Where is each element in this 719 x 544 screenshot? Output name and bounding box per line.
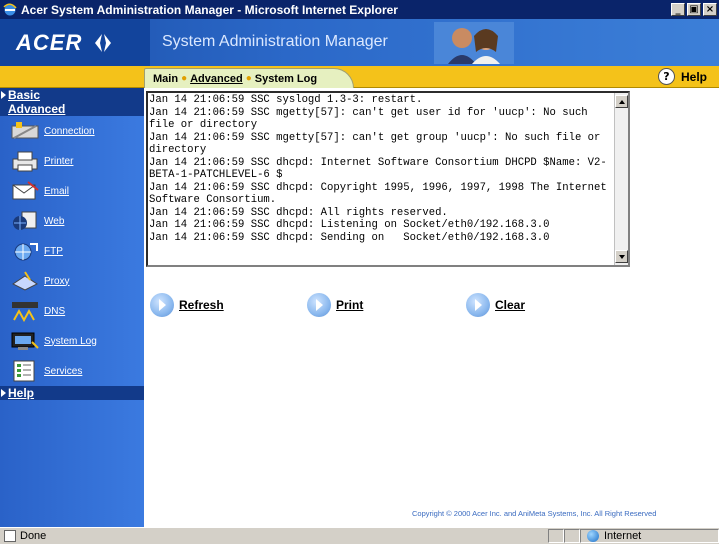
sidebar-section-basic[interactable]: Basic bbox=[0, 88, 144, 102]
services-icon bbox=[10, 359, 40, 383]
page-done-icon bbox=[4, 530, 16, 542]
sidebar-item-email[interactable]: Email bbox=[0, 176, 144, 206]
app-title: System Administration Manager bbox=[162, 33, 388, 50]
play-arrow-icon bbox=[307, 293, 331, 317]
logo-text: ACER bbox=[16, 29, 83, 55]
zone-text: Internet bbox=[603, 530, 642, 542]
breadcrumb-main[interactable]: Main bbox=[153, 73, 178, 85]
clear-button[interactable]: Clear bbox=[466, 293, 525, 317]
acer-mark-icon bbox=[95, 33, 112, 52]
print-button[interactable]: Print bbox=[307, 293, 363, 317]
security-zone: Internet bbox=[579, 529, 719, 543]
status-segment bbox=[564, 529, 580, 543]
sidebar-item-label: Printer bbox=[44, 155, 74, 167]
acer-logo: ACER bbox=[0, 19, 150, 66]
people-photo bbox=[434, 22, 514, 64]
sidebar-item-label: FTP bbox=[44, 245, 63, 257]
status-bar: Done Internet bbox=[0, 527, 719, 544]
sidebar-section-label: Basic bbox=[8, 88, 41, 102]
triangle-icon bbox=[1, 91, 6, 99]
status-text: Done bbox=[20, 530, 47, 542]
window-title: Acer System Administration Manager - Mic… bbox=[21, 2, 398, 17]
dns-icon bbox=[10, 299, 40, 323]
sidebar-section-advanced[interactable]: Advanced bbox=[0, 102, 144, 116]
status-segment bbox=[548, 529, 565, 543]
arrow-up-icon bbox=[619, 100, 625, 104]
sidebar-item-label: Proxy bbox=[44, 275, 70, 287]
sidebar-section-label: Help bbox=[8, 386, 35, 400]
close-button[interactable]: × bbox=[703, 3, 717, 16]
log-text[interactable]: Jan 14 21:06:59 SSC syslogd 1.3-3: resta… bbox=[149, 94, 615, 244]
connection-icon bbox=[10, 119, 40, 143]
refresh-label[interactable]: Refresh bbox=[179, 298, 224, 312]
help-label[interactable]: Help bbox=[681, 70, 707, 84]
ftp-icon bbox=[10, 239, 40, 263]
breadcrumb: Main ● Advanced ● System Log bbox=[144, 68, 354, 88]
sidebar-item-proxy[interactable]: Proxy bbox=[0, 266, 144, 296]
sidebar-item-label: Web bbox=[44, 215, 65, 227]
main-content: Jan 14 21:06:59 SSC syslogd 1.3-3: resta… bbox=[144, 88, 719, 527]
sidebar-item-ftp[interactable]: FTP bbox=[0, 236, 144, 266]
sidebar-item-web[interactable]: Web bbox=[0, 206, 144, 236]
print-label[interactable]: Print bbox=[336, 298, 363, 312]
sidebar-item-printer[interactable]: Printer bbox=[0, 146, 144, 176]
tab-strip: Main ● Advanced ● System Log ? Help bbox=[0, 66, 719, 88]
ie-icon bbox=[3, 3, 17, 15]
breadcrumb-advanced[interactable]: Advanced bbox=[190, 73, 243, 85]
help-link[interactable]: ? Help bbox=[657, 68, 707, 85]
sidebar-item-label: Email bbox=[44, 185, 70, 197]
action-row: Refresh Print Clear bbox=[150, 293, 710, 317]
sidebar: Basic Advanced Connection Printer Email bbox=[0, 88, 144, 527]
browser-window: Acer System Administration Manager - Mic… bbox=[0, 0, 719, 544]
sidebar-item-label: Connection bbox=[44, 125, 95, 137]
printer-icon bbox=[10, 149, 40, 173]
refresh-button[interactable]: Refresh bbox=[150, 293, 224, 317]
globe-icon bbox=[586, 530, 599, 542]
help-icon[interactable]: ? bbox=[657, 68, 675, 85]
sidebar-item-connection[interactable]: Connection bbox=[0, 116, 144, 146]
sidebar-item-services[interactable]: Services bbox=[0, 356, 144, 386]
copyright-text: Copyright © 2000 Acer Inc. and AniMeta S… bbox=[412, 509, 657, 518]
system-log-icon bbox=[10, 329, 40, 353]
maximize-button[interactable]: ▣ bbox=[687, 3, 701, 16]
breadcrumb-separator-icon: ● bbox=[245, 73, 252, 84]
system-log-textarea[interactable]: Jan 14 21:06:59 SSC syslogd 1.3-3: resta… bbox=[146, 91, 630, 267]
email-icon bbox=[10, 179, 40, 203]
sidebar-item-label: DNS bbox=[44, 305, 66, 317]
arrow-down-icon bbox=[619, 255, 625, 259]
scroll-up-button[interactable] bbox=[615, 95, 628, 108]
page-header: ACER System Administration Manager bbox=[0, 19, 719, 66]
proxy-icon bbox=[10, 269, 40, 293]
log-scrollbar[interactable] bbox=[614, 93, 628, 265]
clear-label[interactable]: Clear bbox=[495, 298, 525, 312]
sidebar-section-label: Advanced bbox=[8, 102, 66, 116]
web-icon bbox=[10, 209, 40, 233]
play-arrow-icon bbox=[466, 293, 490, 317]
status-left: Done bbox=[0, 530, 548, 542]
sidebar-section-help[interactable]: Help bbox=[0, 386, 144, 400]
breadcrumb-separator-icon: ● bbox=[181, 73, 188, 84]
triangle-icon bbox=[1, 389, 6, 397]
scroll-down-button[interactable] bbox=[615, 250, 628, 263]
title-bar[interactable]: Acer System Administration Manager - Mic… bbox=[0, 0, 719, 19]
sidebar-item-system-log[interactable]: System Log bbox=[0, 326, 144, 356]
breadcrumb-current: System Log bbox=[254, 72, 318, 85]
sidebar-item-label: Services bbox=[44, 365, 83, 377]
minimize-button[interactable]: _ bbox=[671, 3, 685, 16]
play-arrow-icon bbox=[150, 293, 174, 317]
sidebar-item-dns[interactable]: DNS bbox=[0, 296, 144, 326]
sidebar-item-label: System Log bbox=[44, 335, 97, 347]
